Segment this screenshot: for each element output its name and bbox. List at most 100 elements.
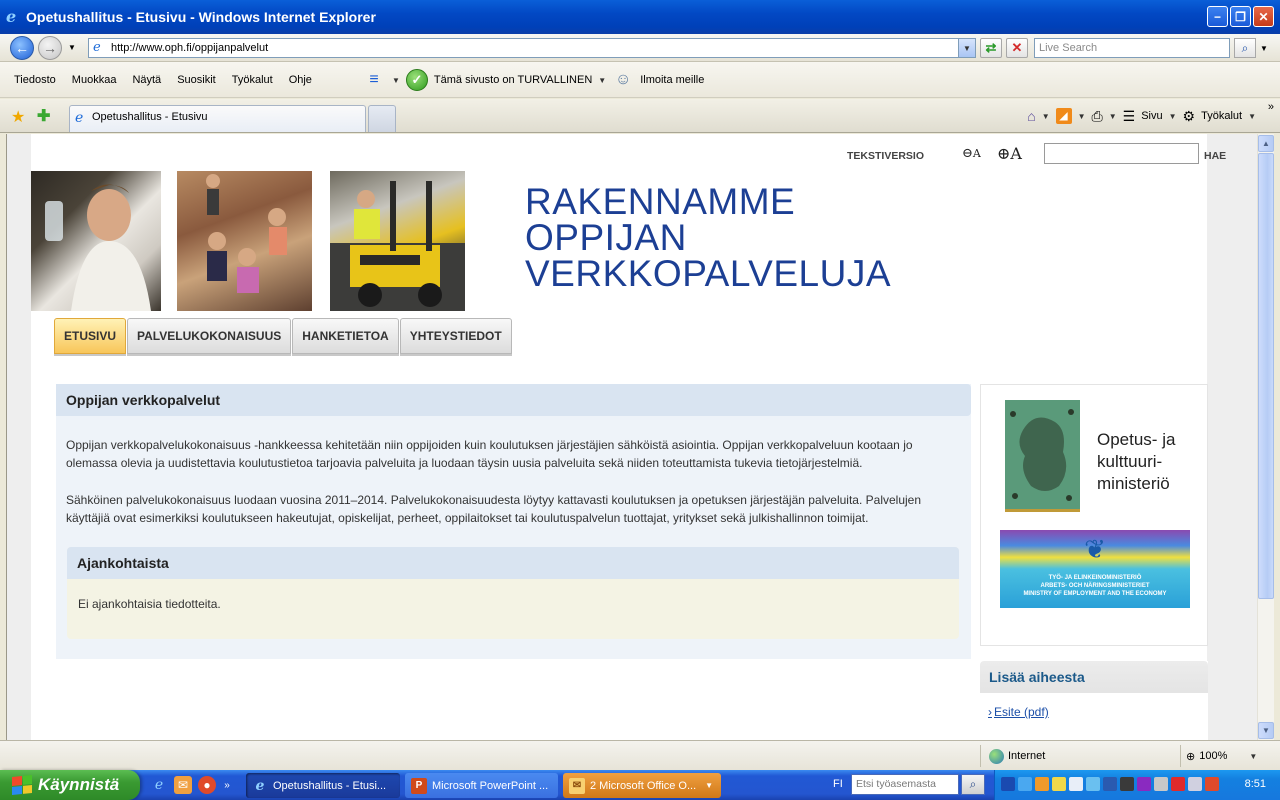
quicklaunch-more-icon[interactable]: »	[222, 776, 232, 794]
chevron-down-icon[interactable]: ▼	[1248, 112, 1256, 121]
brochure-link[interactable]: › Esite (pdf)	[988, 705, 1049, 719]
tools-menu[interactable]: Työkalut	[1201, 110, 1242, 122]
okm-lion-logo[interactable]	[1005, 400, 1080, 512]
text-version-link[interactable]: TEKSTIVERSIO	[847, 150, 924, 162]
chevron-down-icon[interactable]: ▼	[392, 76, 400, 85]
home-icon[interactable]: ⌂	[1027, 108, 1035, 124]
zoom-level[interactable]: 100%	[1199, 750, 1227, 762]
safety-status[interactable]: Tämä sivusto on TURVALLINEN	[434, 74, 592, 86]
chevron-down-icon[interactable]: ▼	[1078, 112, 1086, 121]
report-link[interactable]: Ilmoita meille	[640, 74, 704, 86]
task-office[interactable]: ✉ 2 Microsoft Office O... ▼	[563, 773, 721, 798]
search-button[interactable]: HAE	[1204, 150, 1226, 162]
okm-line-1: Opetus- ja	[1097, 430, 1176, 449]
nav-hanketietoa[interactable]: HANKETIETOA	[292, 318, 399, 354]
language-indicator[interactable]: FI	[833, 778, 843, 790]
tab-etusivu[interactable]: e Opetushallitus - Etusivu	[69, 105, 366, 132]
ie-tab-icon: e	[75, 110, 84, 126]
page-menu-icon: ☰	[1122, 107, 1136, 124]
ie-quicklaunch-icon[interactable]: e	[150, 776, 168, 794]
tray-icon[interactable]	[1086, 777, 1100, 791]
forward-button[interactable]: →	[38, 36, 62, 60]
zoom-icon[interactable]: ⊕	[1186, 750, 1195, 763]
tray-icon[interactable]	[1103, 777, 1117, 791]
search-icon[interactable]: ⌕	[1234, 38, 1256, 58]
taskbar: Käynnistä e ✉ ● » e Opetushallitus - Etu…	[0, 770, 1280, 800]
okm-line-3: ministeriö	[1097, 474, 1170, 493]
menu-help[interactable]: Ohje	[281, 74, 320, 86]
headline-line-3: VERKKOPALVELUJA	[525, 253, 891, 294]
okm-line-2: kulttuuri-	[1097, 452, 1163, 471]
page-menu[interactable]: Sivu	[1141, 110, 1162, 122]
zoom-in-button[interactable]: ⊕A	[997, 144, 1022, 163]
tray-icon[interactable]	[1018, 777, 1032, 791]
tray-icon[interactable]	[1052, 777, 1066, 791]
menu-tools[interactable]: Työkalut	[224, 74, 281, 86]
restore-button[interactable]: ❐	[1230, 6, 1251, 27]
history-dropdown-icon[interactable]: ▼	[68, 43, 76, 52]
system-tray: 8:51	[994, 770, 1280, 800]
tray-icon[interactable]	[1069, 777, 1083, 791]
tray-icon[interactable]	[1171, 777, 1185, 791]
window-title: Opetushallitus - Etusivu - Windows Inter…	[26, 9, 376, 25]
nav-yhteystiedot[interactable]: YHTEYSTIEDOT	[399, 318, 512, 354]
chevron-down-icon[interactable]: ▼	[1042, 112, 1050, 121]
menu-edit[interactable]: Muokkaa	[64, 74, 125, 86]
menu-file[interactable]: Tiedosto	[6, 74, 64, 86]
scroll-up-icon[interactable]: ▲	[1258, 135, 1274, 152]
brochure-link-text[interactable]: Esite (pdf)	[994, 705, 1049, 719]
task-office-label: 2 Microsoft Office O...	[590, 779, 697, 792]
menu-view[interactable]: Näytä	[124, 74, 169, 86]
close-button[interactable]: ✕	[1253, 6, 1274, 27]
task-ie[interactable]: e Opetushallitus - Etusi...	[246, 773, 400, 798]
search-icon[interactable]: ⌕	[961, 774, 985, 795]
live-search-input[interactable]: Live Search	[1034, 38, 1230, 58]
clock[interactable]: 8:51	[1245, 778, 1266, 790]
stop-button[interactable]: ✕	[1006, 38, 1028, 58]
start-button[interactable]: Käynnistä	[0, 770, 140, 800]
nav-etusivu[interactable]: ETUSIVU	[54, 318, 127, 354]
address-bar[interactable]: e http://www.oph.fi/oppijanpalvelut ▼	[88, 38, 976, 58]
menu-favorites[interactable]: Suosikit	[169, 74, 224, 86]
tray-icon[interactable]	[1188, 777, 1202, 791]
add-favorite-icon[interactable]: ✚	[37, 106, 50, 126]
new-tab-button[interactable]	[368, 105, 396, 132]
scroll-thumb[interactable]	[1258, 153, 1274, 599]
headline-line-2: OPPIJAN	[525, 217, 687, 258]
tray-icon[interactable]	[1035, 777, 1049, 791]
chevron-down-icon[interactable]: ▼	[1249, 752, 1257, 761]
tray-icon[interactable]	[1137, 777, 1151, 791]
refresh-button[interactable]: ⇄	[980, 38, 1002, 58]
search-options-icon[interactable]: ▼	[1260, 44, 1268, 53]
tab-bar: ★ ✚ e Opetushallitus - Etusivu ⌂ ▼ ◢ ▼ ⎙…	[0, 99, 1280, 133]
vertical-scrollbar[interactable]: ▲ ▼	[1257, 134, 1274, 740]
task-powerpoint[interactable]: P Microsoft PowerPoint ...	[405, 773, 558, 798]
zoom-out-button[interactable]: ⊖A	[962, 146, 981, 161]
scroll-down-icon[interactable]: ▼	[1258, 722, 1274, 739]
tray-icon[interactable]	[1001, 777, 1015, 791]
app-quicklaunch-icon[interactable]: ●	[198, 776, 216, 794]
favorites-star-icon[interactable]: ★	[11, 107, 25, 127]
tem-logo-text: TYÖ- JA ELINKEINOMINISTERIÖ ARBETS- OCH …	[1004, 574, 1186, 598]
desktop-search-input[interactable]: Etsi työasemasta	[851, 774, 959, 795]
minimize-button[interactable]: −	[1207, 6, 1228, 27]
tray-icon[interactable]	[1154, 777, 1168, 791]
back-button[interactable]: ←	[10, 36, 34, 60]
chevron-down-icon[interactable]: ▼	[1109, 112, 1117, 121]
site-search-input[interactable]	[1044, 143, 1199, 164]
outlook-quicklaunch-icon[interactable]: ✉	[174, 776, 192, 794]
address-dropdown-icon[interactable]: ▼	[958, 39, 975, 57]
news-title: Ajankohtaista	[67, 547, 959, 579]
tem-logo[interactable]: ❦ TYÖ- JA ELINKEINOMINISTERIÖ ARBETS- OC…	[1000, 530, 1190, 608]
more-chevron-icon[interactable]: »	[1268, 101, 1274, 113]
rss-icon[interactable]: ◢	[1055, 108, 1072, 124]
chevron-down-icon[interactable]: ▼	[598, 76, 606, 85]
chevron-down-icon[interactable]: ▼	[1169, 112, 1177, 121]
wifi-icon[interactable]: ≡	[362, 70, 386, 90]
address-input[interactable]: http://www.oph.fi/oppijanpalvelut	[111, 42, 268, 54]
tray-icon[interactable]	[1205, 777, 1219, 791]
tray-icon[interactable]	[1120, 777, 1134, 791]
nav-palvelukokonaisuus[interactable]: PALVELUKOKONAISUUS	[127, 318, 292, 354]
menu-bar: Tiedosto Muokkaa Näytä Suosikit Työkalut…	[0, 62, 1280, 98]
print-icon[interactable]: ⎙	[1092, 108, 1103, 125]
